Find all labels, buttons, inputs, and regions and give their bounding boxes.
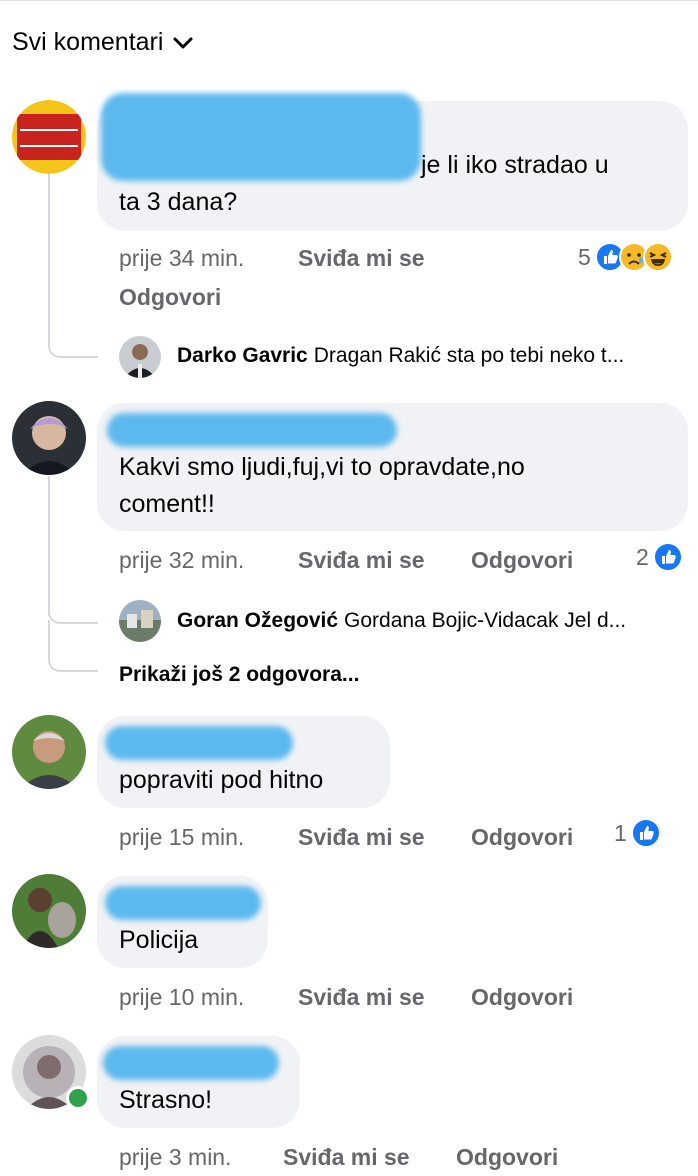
reply-button[interactable]: Odgovori [119, 284, 221, 311]
like-button[interactable]: Sviđa mi se [298, 547, 425, 574]
reply-text: Gordana Bojic-Vidacak Jel d... [344, 609, 627, 632]
top-divider [0, 0, 698, 1]
comment-bubble: Kakvi smo ljudi,fuj,vi to opravdate,no c… [97, 403, 688, 531]
online-status-indicator [66, 1086, 90, 1110]
comment-bubble: Policija [97, 876, 268, 968]
reply-text: Dragan Rakić sta po tebi neko t... [313, 344, 625, 367]
reply-avatar[interactable] [119, 336, 161, 378]
reaction-count: 2 [636, 543, 649, 570]
comment-time[interactable]: prije 3 min. [119, 1144, 231, 1171]
comment-bubble: je li iko stradao u ta 3 dana? [97, 93, 688, 231]
comment-text: Kakvi smo ljudi,fuj,vi to opravdate,no [119, 453, 525, 481]
reply-button[interactable]: Odgovori [471, 824, 573, 851]
thread-connector [48, 330, 98, 358]
avatar-photo [12, 715, 86, 789]
reply-preview[interactable]: Goran Ožegović Gordana Bojic-Vidacak Jel … [177, 609, 687, 633]
like-icon [652, 542, 683, 572]
comment-text: popraviti pod hitno [119, 766, 324, 794]
comment-bubble: popraviti pod hitno [97, 716, 390, 808]
avatar[interactable] [12, 715, 86, 789]
reaction-summary[interactable]: 5 [578, 242, 673, 272]
thread-connector [48, 620, 98, 672]
avatar[interactable] [12, 874, 86, 948]
comment-time[interactable]: prije 10 min. [119, 984, 244, 1011]
comment-text: ta 3 dana? [119, 188, 238, 216]
like-button[interactable]: Sviđa mi se [298, 824, 425, 851]
comment-bubble: Strasno! [97, 1036, 300, 1128]
filter-label: Svi komentari [12, 28, 164, 56]
reaction-summary[interactable]: 2 [636, 542, 683, 572]
reaction-count: 5 [578, 243, 591, 270]
thread-line [48, 174, 50, 344]
reply-author[interactable]: Darko Gavric [177, 344, 308, 367]
comment-time[interactable]: prije 15 min. [119, 824, 244, 851]
avatar[interactable] [12, 401, 86, 475]
avatar-photo [12, 401, 86, 475]
like-icon [630, 818, 661, 848]
reply-button[interactable]: Odgovori [456, 1144, 558, 1171]
comment-time[interactable]: prije 32 min. [119, 547, 244, 574]
like-button[interactable]: Sviđa mi se [283, 1144, 410, 1171]
comment-text: Strasno! [119, 1086, 213, 1114]
avatar-photo [12, 874, 86, 948]
reply-author[interactable]: Goran Ožegović [177, 609, 338, 632]
avatar-logo [12, 100, 86, 174]
redacted-author [103, 1046, 279, 1080]
comment-text: je li iko stradao u [421, 151, 609, 179]
comment-text: Policija [119, 926, 199, 954]
redacted-author [105, 886, 261, 920]
reaction-count: 1 [614, 819, 627, 846]
reply-button[interactable]: Odgovori [471, 984, 573, 1011]
avatar-photo [119, 336, 161, 378]
like-button[interactable]: Sviđa mi se [298, 245, 425, 272]
redacted-author [101, 93, 421, 181]
like-button[interactable]: Sviđa mi se [298, 984, 425, 1011]
avatar-photo [119, 600, 161, 642]
comment-time[interactable]: prije 34 min. [119, 245, 244, 272]
reaction-summary[interactable]: 1 [614, 818, 661, 848]
reply-avatar[interactable] [119, 600, 161, 642]
redacted-author [107, 413, 397, 447]
comment-text: coment!! [119, 490, 215, 518]
haha-icon [642, 242, 673, 272]
reply-preview[interactable]: Darko Gavric Dragan Rakić sta po tebi nek… [177, 344, 687, 368]
avatar[interactable] [12, 100, 86, 174]
reply-button[interactable]: Odgovori [471, 547, 573, 574]
thread-line [48, 476, 50, 616]
comment-filter-dropdown[interactable]: Svi komentari [12, 28, 193, 57]
redacted-author [105, 726, 293, 760]
show-more-replies-link[interactable]: Prikaži još 2 odgovora... [119, 663, 359, 687]
chevron-down-icon [173, 37, 193, 48]
